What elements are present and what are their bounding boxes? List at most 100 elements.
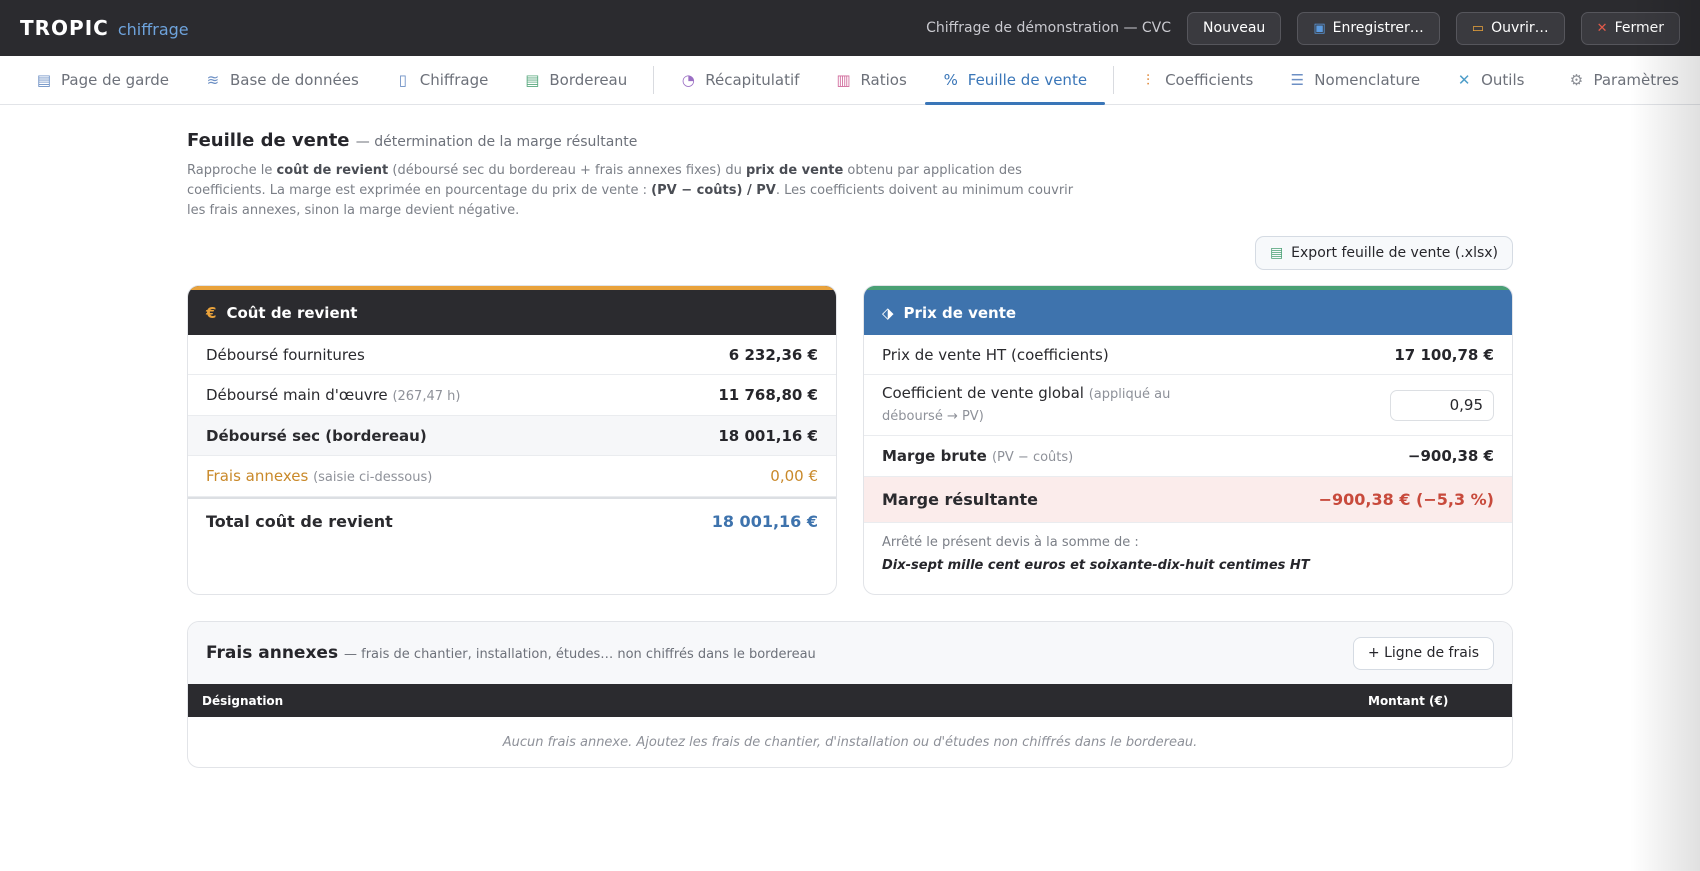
- euro-icon: €: [206, 303, 217, 322]
- page-title-text: Feuille de vente: [187, 130, 350, 151]
- document-icon: ▤: [36, 71, 52, 89]
- sale-card-header: ⬗ Prix de vente: [864, 286, 1512, 335]
- frais-table-header: Désignation Montant (€): [188, 684, 1512, 717]
- pie-chart-icon: ◔: [681, 71, 695, 89]
- sale-card: ⬗ Prix de vente Prix de vente HT (coeffi…: [863, 285, 1513, 595]
- row-debourse-sec: Déboursé sec (bordereau) 18 001,16 €: [188, 416, 836, 456]
- excel-file-icon: ▤: [1269, 245, 1284, 261]
- main-oeuvre-hours: (267,47 h): [392, 389, 461, 404]
- new-button[interactable]: Nouveau: [1187, 11, 1282, 45]
- new-button-label: Nouveau: [1203, 20, 1266, 36]
- tab-label: Coefficients: [1165, 71, 1254, 89]
- amount-words-text: Dix-sept mille cent euros et soixante-di…: [882, 558, 1310, 573]
- clipboard-icon: ▯: [398, 71, 407, 89]
- tab-page-de-garde[interactable]: ▤ Page de garde: [18, 56, 187, 104]
- tab-label: Ratios: [860, 71, 907, 89]
- tab-label: Base de données: [229, 71, 359, 89]
- row-marge-brute: Marge brute (PV − coûts) −900,38 €: [864, 436, 1512, 477]
- tab-recapitulatif[interactable]: ◔ Récapitulatif: [662, 56, 817, 104]
- sliders-icon: ⫶: [1146, 71, 1150, 89]
- app-logo: TROPIC chiffrage: [20, 16, 189, 40]
- open-button-label: Ouvrir…: [1491, 20, 1549, 36]
- save-icon: ▣: [1313, 20, 1326, 36]
- tab-outils[interactable]: ✕ Outils: [1438, 56, 1542, 104]
- tab-nomenclature[interactable]: ☰ Nomenclature: [1271, 56, 1438, 104]
- desc-part: (déboursé sec du bordereau + frais annex…: [388, 163, 746, 178]
- tab-bordereau[interactable]: ▤ Bordereau: [506, 56, 645, 104]
- frais-annexes-header: Frais annexes — frais de chantier, insta…: [188, 622, 1512, 684]
- row-coefficient: Coefficient de vente global (appliqué au…: [864, 375, 1512, 436]
- frais-annexes-label: Frais annexes: [206, 467, 309, 485]
- tag-icon: ⬗: [882, 303, 894, 322]
- gear-icon: ⚙: [1569, 71, 1584, 89]
- prix-vente-value: 17 100,78 €: [1394, 345, 1494, 364]
- close-icon: ✕: [1596, 20, 1608, 36]
- total-cout-label: Total coût de revient: [206, 511, 393, 531]
- coefficient-label: Coefficient de vente global: [882, 384, 1084, 402]
- nav-divider: [653, 66, 655, 94]
- tab-ratios[interactable]: ▥ Ratios: [817, 56, 924, 104]
- tab-label: Bordereau: [549, 71, 628, 89]
- window-edge-shadow: [1630, 0, 1700, 871]
- tab-label: Paramètres: [1593, 71, 1679, 89]
- export-xlsx-button[interactable]: ▤ Export feuille de vente (.xlsx): [1254, 236, 1513, 270]
- tab-feuille-de-vente[interactable]: % Feuille de vente: [924, 56, 1106, 105]
- amount-in-words: Arrêté le présent devis à la somme de : …: [864, 523, 1512, 585]
- file-icon: ▤: [525, 71, 540, 89]
- desc-part: Rapproche le: [187, 163, 277, 178]
- frais-annexes-value: 0,00 €: [770, 467, 818, 485]
- desc-bold: prix de vente: [745, 163, 844, 178]
- tab-label: Chiffrage: [419, 71, 489, 89]
- tab-chiffrage[interactable]: ▯ Chiffrage: [377, 56, 507, 104]
- frais-title-text: Frais annexes: [206, 643, 339, 663]
- save-button-label: Enregistrer…: [1332, 20, 1424, 36]
- frais-annexes-panel: Frais annexes — frais de chantier, insta…: [187, 621, 1513, 768]
- close-button[interactable]: ✕ Fermer: [1580, 11, 1680, 45]
- row-prix-vente: Prix de vente HT (coefficients) 17 100,7…: [864, 335, 1512, 375]
- tab-label: Nomenclature: [1314, 71, 1421, 89]
- frais-empty-message: Aucun frais annexe. Ajoutez les frais de…: [502, 734, 1198, 750]
- cost-card: € Coût de revient Déboursé fournitures 6…: [187, 285, 837, 595]
- logo-sub: chiffrage: [117, 20, 189, 39]
- column-montant: Montant (€): [1368, 693, 1449, 708]
- frais-annexes-note: (saisie ci-dessous): [313, 470, 433, 485]
- row-fournitures: Déboursé fournitures 6 232,36 €: [188, 335, 836, 375]
- debourse-sec-value: 18 001,16 €: [718, 426, 818, 445]
- row-marge-resultante: Marge résultante −900,38 € (−5,3 %): [864, 477, 1512, 523]
- logo-main: TROPIC: [20, 16, 109, 40]
- tab-base-de-donnees[interactable]: ≋ Base de données: [187, 56, 377, 104]
- tab-label: Feuille de vente: [967, 71, 1088, 89]
- amount-words-intro: Arrêté le présent devis à la somme de :: [882, 535, 1139, 550]
- tab-label: Outils: [1481, 71, 1525, 89]
- close-button-label: Fermer: [1614, 20, 1664, 36]
- row-frais-annexes: Frais annexes (saisie ci-dessous) 0,00 €: [188, 456, 836, 497]
- column-designation: Désignation: [202, 693, 284, 708]
- marge-brute-note: (PV − coûts): [991, 450, 1074, 465]
- row-total-cout: Total coût de revient 18 001,16 €: [188, 497, 836, 543]
- marge-resultante-value: −900,38 € (−5,3 %): [1318, 490, 1494, 509]
- tab-label: Page de garde: [61, 71, 169, 89]
- marge-resultante-label: Marge résultante: [882, 490, 1038, 509]
- page-description: Rapproche le coût de revient (déboursé s…: [187, 161, 1087, 221]
- open-button[interactable]: ▭ Ouvrir…: [1455, 11, 1565, 45]
- coefficient-input[interactable]: [1390, 389, 1494, 421]
- main-oeuvre-label: Déboursé main d'œuvre: [206, 386, 388, 404]
- desc-bold: coût de revient: [276, 163, 389, 178]
- nav-divider: [1113, 66, 1115, 94]
- tab-parametres[interactable]: ⚙ Paramètres: [1550, 56, 1697, 104]
- prix-vente-label: Prix de vente HT (coefficients): [882, 345, 1109, 364]
- tab-coefficients[interactable]: ⫶ Coefficients: [1122, 56, 1271, 104]
- row-main-oeuvre: Déboursé main d'œuvre (267,47 h) 11 768,…: [188, 375, 836, 416]
- main-content: Feuille de vente — détermination de la m…: [187, 130, 1513, 768]
- page-subtitle: — détermination de la marge résultante: [355, 134, 638, 150]
- add-frais-button[interactable]: + Ligne de frais: [1352, 636, 1494, 670]
- save-button[interactable]: ▣ Enregistrer…: [1297, 11, 1440, 45]
- cost-card-header: € Coût de revient: [188, 286, 836, 335]
- export-button-label: Export feuille de vente (.xlsx): [1291, 245, 1498, 261]
- fournitures-value: 6 232,36 €: [728, 345, 818, 364]
- tools-icon: ✕: [1457, 71, 1471, 89]
- folder-icon: ▭: [1471, 20, 1485, 36]
- frais-annexes-title: Frais annexes — frais de chantier, insta…: [206, 643, 816, 663]
- database-icon: ≋: [206, 71, 220, 89]
- desc-bold: (PV − coûts) / PV: [651, 183, 776, 198]
